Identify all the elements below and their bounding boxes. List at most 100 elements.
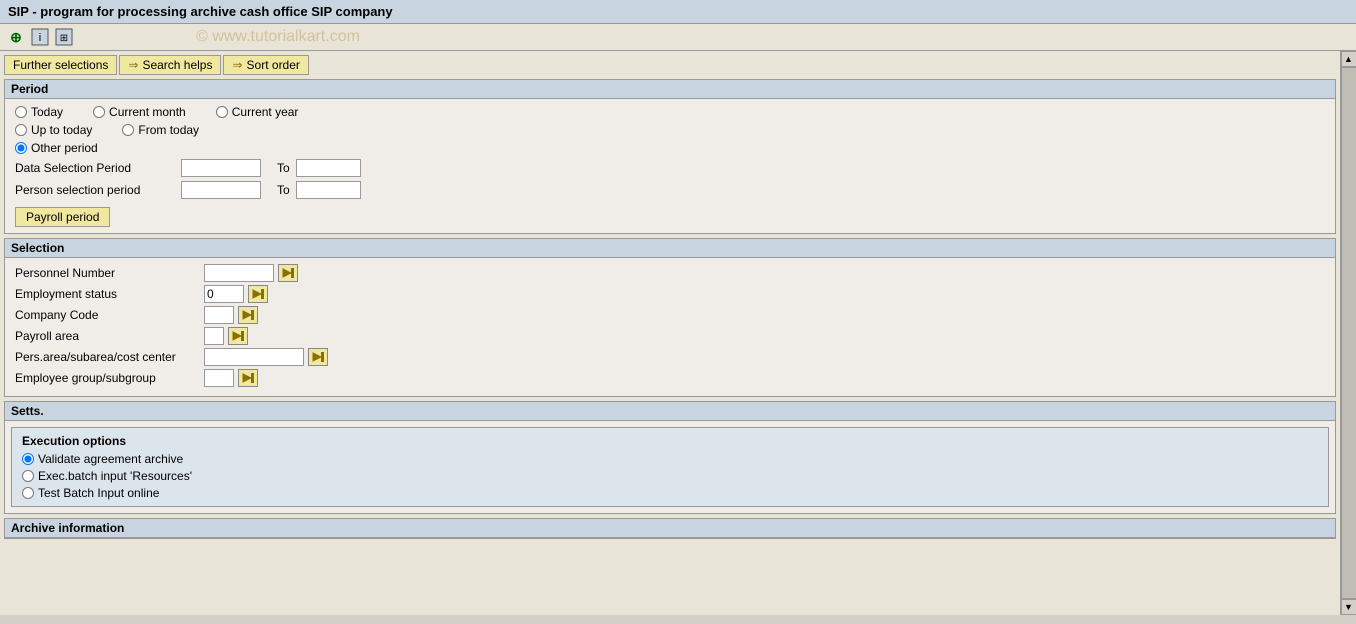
- data-selection-period-from-input[interactable]: [181, 159, 261, 177]
- employment-status-input[interactable]: [204, 285, 244, 303]
- employment-status-label: Employment status: [15, 287, 200, 301]
- data-selection-period-to-input[interactable]: [296, 159, 361, 177]
- selection-section-header: Selection: [5, 239, 1335, 258]
- pers-area-input[interactable]: [204, 348, 304, 366]
- radio-test-batch-online-input[interactable]: [22, 487, 34, 499]
- radio-current-year-input[interactable]: [216, 106, 228, 118]
- bookmark-icon[interactable]: ⊞: [54, 27, 74, 47]
- employee-group-label: Employee group/subgroup: [15, 371, 200, 385]
- tab-further-selections[interactable]: Further selections: [4, 55, 117, 75]
- execution-option-batch: Exec.batch input 'Resources': [22, 469, 1318, 483]
- setts-section-header: Setts.: [5, 402, 1335, 421]
- employee-group-input[interactable]: [204, 369, 234, 387]
- radio-up-to-today[interactable]: Up to today: [15, 123, 92, 137]
- radio-today-input[interactable]: [15, 106, 27, 118]
- employee-group-row: Employee group/subgroup: [15, 369, 1325, 387]
- data-selection-period-label: Data Selection Period: [15, 161, 175, 175]
- tab-search-helps-label: Search helps: [142, 58, 212, 72]
- payroll-period-button[interactable]: Payroll period: [15, 207, 110, 227]
- radio-up-to-today-label: Up to today: [31, 123, 92, 137]
- execution-options-header: Execution options: [22, 434, 1318, 448]
- tab-sort-order-arrow: ⇒: [232, 58, 242, 72]
- radio-test-batch-online[interactable]: Test Batch Input online: [22, 486, 1318, 500]
- period-section: Period Today Current month Current yea: [4, 79, 1336, 234]
- radio-from-today[interactable]: From today: [122, 123, 199, 137]
- svg-text:⊞: ⊞: [60, 33, 68, 44]
- payroll-period-row: Payroll period: [15, 203, 1325, 227]
- person-selection-period-row: Person selection period To: [15, 181, 1325, 199]
- archive-section-header: Archive information: [5, 519, 1335, 538]
- payroll-area-row: Payroll area: [15, 327, 1325, 345]
- radio-today[interactable]: Today: [15, 105, 63, 119]
- radio-other-period[interactable]: Other period: [15, 141, 98, 155]
- period-section-header: Period: [5, 80, 1335, 99]
- tab-sort-order-label: Sort order: [247, 58, 300, 72]
- radio-current-month[interactable]: Current month: [93, 105, 186, 119]
- execution-option-validate: Validate agreement archive: [22, 452, 1318, 466]
- scroll-up-button[interactable]: ▲: [1341, 51, 1356, 67]
- personnel-number-arrow-btn[interactable]: [278, 264, 298, 282]
- pers-area-arrow-btn[interactable]: [308, 348, 328, 366]
- payroll-area-arrow-btn[interactable]: [228, 327, 248, 345]
- period-row-1: Today Current month Current year: [15, 105, 1325, 119]
- radio-current-year-label: Current year: [232, 105, 299, 119]
- radio-from-today-label: From today: [138, 123, 199, 137]
- radio-validate-archive-label: Validate agreement archive: [38, 452, 183, 466]
- radio-exec-batch-resources[interactable]: Exec.batch input 'Resources': [22, 469, 1318, 483]
- person-selection-period-from-input[interactable]: [181, 181, 261, 199]
- scroll-track[interactable]: [1341, 67, 1356, 599]
- personnel-number-input[interactable]: [204, 264, 274, 282]
- tab-further-selections-label: Further selections: [13, 58, 108, 72]
- tabs-bar: Further selections ⇒ Search helps ⇒ Sort…: [4, 55, 1336, 75]
- radio-other-period-label: Other period: [31, 141, 98, 155]
- pers-area-row: Pers.area/subarea/cost center: [15, 348, 1325, 366]
- radio-current-month-label: Current month: [109, 105, 186, 119]
- setts-section: Setts. Execution options Validate agreem…: [4, 401, 1336, 514]
- tab-sort-order[interactable]: ⇒ Sort order: [223, 55, 308, 75]
- personnel-number-label: Personnel Number: [15, 266, 200, 280]
- person-selection-period-to-input[interactable]: [296, 181, 361, 199]
- title-text: SIP - program for processing archive cas…: [8, 4, 393, 19]
- title-bar: SIP - program for processing archive cas…: [0, 0, 1356, 24]
- period-row-2: Up to today From today: [15, 123, 1325, 137]
- data-selection-period-row: Data Selection Period To: [15, 159, 1325, 177]
- radio-today-label: Today: [31, 105, 63, 119]
- radio-from-today-input[interactable]: [122, 124, 134, 136]
- back-icon[interactable]: ⊕: [6, 27, 26, 47]
- execution-option-test-batch: Test Batch Input online: [22, 486, 1318, 500]
- tab-search-helps[interactable]: ⇒ Search helps: [119, 55, 221, 75]
- execution-options-box: Execution options Validate agreement arc…: [11, 427, 1329, 507]
- employment-status-row: Employment status: [15, 285, 1325, 303]
- toolbar: ⊕ i ⊞ © www.tutorialkart.com: [0, 24, 1356, 51]
- period-row-3: Other period: [15, 141, 1325, 155]
- radio-exec-batch-resources-label: Exec.batch input 'Resources': [38, 469, 192, 483]
- svg-text:i: i: [39, 32, 41, 44]
- company-code-input[interactable]: [204, 306, 234, 324]
- radio-up-to-today-input[interactable]: [15, 124, 27, 136]
- period-section-content: Today Current month Current year: [5, 99, 1335, 233]
- employment-status-arrow-btn[interactable]: [248, 285, 268, 303]
- radio-current-year[interactable]: Current year: [216, 105, 299, 119]
- vertical-scrollbar[interactable]: ▲ ▼: [1340, 51, 1356, 615]
- pers-area-label: Pers.area/subarea/cost center: [15, 350, 200, 364]
- selection-section-content: Personnel Number Employment status: [5, 258, 1335, 396]
- radio-validate-archive[interactable]: Validate agreement archive: [22, 452, 1318, 466]
- selection-section: Selection Personnel Number Employment st…: [4, 238, 1336, 397]
- radio-exec-batch-resources-input[interactable]: [22, 470, 34, 482]
- person-selection-period-to-label: To: [277, 183, 290, 197]
- watermark: © www.tutorialkart.com: [196, 28, 360, 46]
- company-code-arrow-btn[interactable]: [238, 306, 258, 324]
- company-code-label: Company Code: [15, 308, 200, 322]
- data-selection-period-to-label: To: [277, 161, 290, 175]
- radio-current-month-input[interactable]: [93, 106, 105, 118]
- radio-validate-archive-input[interactable]: [22, 453, 34, 465]
- tab-search-helps-arrow: ⇒: [128, 58, 138, 72]
- personnel-number-row: Personnel Number: [15, 264, 1325, 282]
- info-icon[interactable]: i: [30, 27, 50, 47]
- radio-other-period-input[interactable]: [15, 142, 27, 154]
- employee-group-arrow-btn[interactable]: [238, 369, 258, 387]
- person-selection-period-label: Person selection period: [15, 183, 175, 197]
- scroll-down-button[interactable]: ▼: [1341, 599, 1356, 615]
- company-code-row: Company Code: [15, 306, 1325, 324]
- payroll-area-input[interactable]: [204, 327, 224, 345]
